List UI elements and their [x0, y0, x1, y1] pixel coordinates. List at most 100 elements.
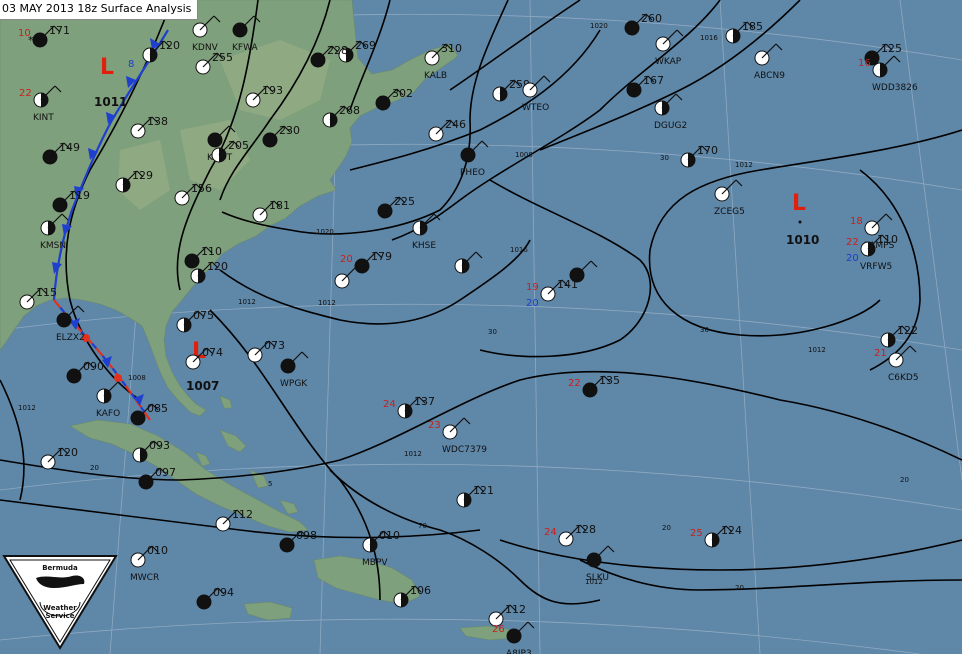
station-temperature: 16: [858, 58, 871, 69]
surface-analysis-map: 1020 1016 1012 1008 1020 1016 1012 1012 …: [0, 0, 962, 654]
station-pressure: 228: [327, 44, 348, 57]
station-id: PHEO: [460, 168, 485, 178]
station-pressure: 137: [414, 395, 435, 408]
station-pressure: 122: [897, 324, 918, 337]
station-id: WDC7379: [442, 445, 487, 455]
isobar-label: 20: [662, 524, 671, 532]
station-pressure: 179: [371, 250, 392, 263]
station-id: C6KD5: [888, 373, 919, 383]
low-pressure: 1007: [186, 379, 219, 393]
station-pressure: 149: [59, 141, 80, 154]
station-id: VRFW5: [860, 262, 892, 272]
station-dewpoint: 20: [526, 298, 539, 309]
station-pressure: 128: [575, 523, 596, 536]
isobar-label: 1020: [590, 22, 608, 30]
station-id: KINT: [33, 113, 54, 123]
station-weather-symbol: **: [28, 34, 40, 47]
station-pressure: 138: [147, 115, 168, 128]
station-pressure: 269: [355, 39, 376, 52]
station-pressure: 120: [207, 260, 228, 273]
logo-line1: Weather: [43, 604, 77, 612]
station-id: WKAP: [655, 57, 682, 67]
isobar-label: 30: [700, 326, 709, 334]
low-pressure: 1011: [94, 95, 127, 109]
station-temperature: 22: [846, 237, 859, 248]
isobar-label: 30: [488, 328, 497, 336]
station-pressure: 181: [269, 199, 290, 212]
isobar-label: 5: [268, 480, 272, 488]
station-temperature: 20: [340, 254, 353, 265]
station-temperature: 25: [690, 528, 703, 539]
station-id: MWCR: [130, 573, 159, 583]
station-id: KFWA: [232, 43, 258, 53]
isobar-label: 1012: [404, 450, 422, 458]
isobar-label: 30: [660, 154, 669, 162]
station-pressure: 010: [379, 529, 400, 542]
station-pressure: 205: [228, 139, 249, 152]
station-pressure: 230: [279, 124, 300, 137]
station-id: KAFO: [96, 409, 120, 419]
station-temperature: 23: [428, 420, 441, 431]
station-pressure: 093: [149, 439, 170, 452]
station-pressure: 094: [213, 586, 234, 599]
station-pressure: 125: [881, 42, 902, 55]
station-temperature: 24: [383, 399, 396, 410]
station-temperature: 22: [19, 88, 32, 99]
station-pressure: 085: [147, 402, 168, 415]
station-pressure: 075: [193, 309, 214, 322]
station-pressure: 225: [394, 195, 415, 208]
station-pressure: 124: [721, 524, 742, 537]
station-pressure: 120: [159, 39, 180, 52]
station-pressure: 110: [877, 233, 898, 246]
station-pressure: 255: [212, 51, 233, 64]
station-pressure: 073: [264, 339, 285, 352]
station-temperature: 26: [492, 624, 505, 635]
station-temperature: 22: [568, 378, 581, 389]
station-id: KHSE: [412, 241, 436, 251]
isobar-label: 1008: [128, 374, 146, 382]
station-pressure: 135: [599, 374, 620, 387]
isobar-label: 1020: [316, 228, 334, 236]
isobar-label: 1012: [318, 299, 336, 307]
isobar-label: 1008: [515, 151, 533, 159]
station-pressure: 120: [57, 446, 78, 459]
isobar-label: 70: [418, 522, 427, 530]
station-pressure: 129: [132, 169, 153, 182]
logo-top-text: Bermuda: [42, 564, 78, 572]
station-pressure: 260: [641, 12, 662, 25]
station-temperature: 18: [850, 216, 863, 227]
station-pressure: 171: [49, 24, 70, 37]
station-pressure: 156: [191, 182, 212, 195]
low-pressure: 1010: [786, 233, 819, 247]
station-id: WPGK: [280, 379, 308, 389]
map-title: 03 MAY 2013 18z Surface Analysis: [0, 0, 199, 20]
station-pressure: 112: [232, 508, 253, 521]
isobar-label: 1016: [510, 246, 528, 254]
station-pressure: 246: [445, 118, 466, 131]
isobar-label: 1012: [735, 161, 753, 169]
station-id: WDD3826: [872, 83, 918, 93]
station-pressure: 185: [742, 20, 763, 33]
low-symbol: L: [100, 55, 114, 80]
isobar-label: 20: [90, 464, 99, 472]
isobar-label: 20: [735, 584, 744, 592]
station-temperature: 24: [544, 527, 557, 538]
station-pressure: 074: [202, 346, 223, 359]
station-temperature: 19: [526, 282, 539, 293]
station-pressure: 193: [262, 84, 283, 97]
station-pressure: 112: [505, 603, 526, 616]
station-pressure: 119: [69, 189, 90, 202]
station-pressure: 121: [473, 484, 494, 497]
isobar-label: 1016: [700, 34, 718, 42]
station-pressure: 110: [201, 245, 222, 258]
station-id: WTEO: [522, 103, 549, 113]
station-id: SLKU: [586, 573, 609, 583]
station-id: A8IP3: [506, 649, 532, 654]
station-id: DGUG2: [654, 121, 687, 131]
station-pressure: 170: [697, 144, 718, 157]
station-pressure: 090: [83, 360, 104, 373]
station-pressure: 115: [36, 286, 57, 299]
station-pressure: 302: [392, 87, 413, 100]
station-id: KALB: [424, 71, 447, 81]
station-id: ABCN9: [754, 71, 785, 81]
